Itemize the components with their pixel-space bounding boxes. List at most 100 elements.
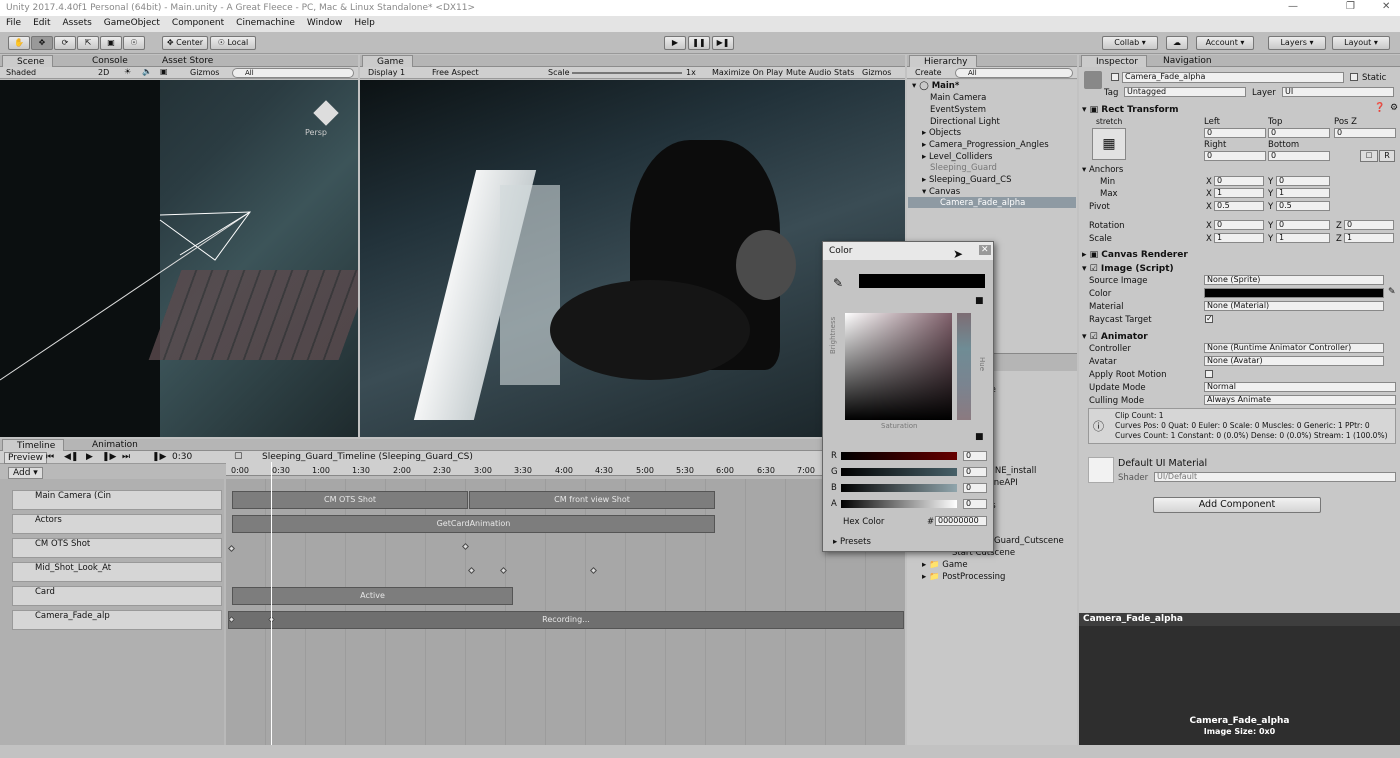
color-picker-close-icon[interactable]: ✕	[979, 245, 991, 255]
slider-mode-icon[interactable]: ■	[975, 432, 984, 442]
stats-toggle[interactable]: Stats	[834, 68, 854, 77]
clip-recording[interactable]: Recording...	[228, 611, 904, 629]
tab-animation[interactable]: Animation	[78, 439, 146, 451]
aspect-dropdown[interactable]: Free Aspect	[432, 68, 479, 77]
channel-r-slider[interactable]	[841, 452, 957, 460]
mute-audio-toggle[interactable]: Mute Audio	[786, 68, 831, 77]
anchor-max-x-input[interactable]: 1	[1214, 188, 1264, 198]
raw-edit-button[interactable]: R	[1379, 150, 1395, 162]
pivot-y-input[interactable]: 0.5	[1276, 201, 1330, 211]
update-mode-dropdown[interactable]: Normal	[1204, 382, 1396, 392]
posz-input[interactable]: 0	[1334, 128, 1396, 138]
menu-help[interactable]: Help	[354, 18, 375, 30]
menu-assets[interactable]: Assets	[63, 18, 92, 30]
menu-gameobject[interactable]: GameObject	[104, 18, 160, 30]
tab-scene[interactable]: Scene	[2, 55, 54, 67]
hierarchy-item-sleeping-guard-cs[interactable]: ▸ Sleeping_Guard_CS	[922, 175, 1011, 185]
blueprint-mode-icon[interactable]: □	[1360, 150, 1378, 162]
channel-g-input[interactable]: 0	[963, 467, 987, 477]
source-image-field[interactable]: None (Sprite)	[1204, 275, 1384, 285]
image-script-header[interactable]: ▾ ☑ Image (Script)	[1082, 264, 1174, 274]
object-name-input[interactable]: Camera_Fade_alpha	[1122, 72, 1344, 83]
rect-transform-header[interactable]: ▾ ▣ Rect Transform	[1082, 105, 1178, 115]
close-icon[interactable]: ✕	[1382, 1, 1390, 12]
hierarchy-item-camera-progression[interactable]: ▸ Camera_Progression_Angles	[922, 140, 1049, 150]
clip-cm-ots-shot[interactable]: CM OTS Shot	[232, 491, 468, 509]
tab-timeline[interactable]: Timeline	[2, 439, 65, 451]
scale-slider[interactable]	[572, 72, 682, 74]
channel-g-slider[interactable]	[841, 468, 957, 476]
hierarchy-scene-root[interactable]: ▾ ◯ Main*	[912, 81, 959, 91]
rotation-x-input[interactable]: 0	[1214, 220, 1264, 230]
rotate-tool-icon[interactable]: ⟳	[54, 36, 76, 50]
hierarchy-item-main-camera[interactable]: Main Camera	[930, 93, 986, 103]
hue-slider[interactable]	[957, 313, 971, 420]
scene-viewport[interactable]: Persp	[0, 80, 358, 437]
anchor-min-x-input[interactable]: 0	[1214, 176, 1264, 186]
menu-cinemachine[interactable]: Cinemachine	[236, 18, 295, 30]
rotation-y-input[interactable]: 0	[1276, 220, 1330, 230]
bottom-input[interactable]: 0	[1268, 151, 1330, 161]
track-actors[interactable]: Actors	[12, 514, 222, 534]
maximize-icon[interactable]: ❐	[1346, 1, 1355, 12]
channel-b-input[interactable]: 0	[963, 483, 987, 493]
right-input[interactable]: 0	[1204, 151, 1266, 161]
lighting-icon[interactable]: ☀	[124, 67, 131, 76]
project-item-7[interactable]: Guard_Cutscene	[994, 536, 1064, 546]
tab-game[interactable]: Game	[362, 55, 413, 67]
scale-x-input[interactable]: 1	[1214, 233, 1264, 243]
tab-asset-store[interactable]: Asset Store	[148, 55, 221, 67]
menu-edit[interactable]: Edit	[33, 18, 50, 30]
lock-icon[interactable]: ▢	[234, 451, 243, 461]
layer-dropdown[interactable]: UI	[1282, 87, 1394, 97]
clip-getcard-animation[interactable]: GetCardAnimation	[232, 515, 715, 533]
hierarchy-item-directional-light[interactable]: Directional Light	[930, 117, 1000, 127]
saturation-brightness-square[interactable]	[845, 313, 952, 420]
preset-mode-icon[interactable]: ■	[975, 296, 984, 306]
scale-tool-icon[interactable]: ⇱	[77, 36, 99, 50]
track-card[interactable]: Card	[12, 586, 222, 606]
eyedropper-icon[interactable]: ✎	[833, 276, 843, 290]
timeline-time-field[interactable]: 0:30	[172, 452, 192, 462]
hand-tool-icon[interactable]: ✋	[8, 36, 30, 50]
add-component-button[interactable]: Add Component	[1153, 497, 1321, 513]
menu-component[interactable]: Component	[172, 18, 224, 30]
avatar-field[interactable]: None (Avatar)	[1204, 356, 1384, 366]
controller-field[interactable]: None (Runtime Animator Controller)	[1204, 343, 1384, 353]
pivot-x-input[interactable]: 0.5	[1214, 201, 1264, 211]
scene-orientation-gizmo[interactable]: Persp	[305, 88, 349, 144]
preview-header-title[interactable]: Camera_Fade_alpha	[1083, 614, 1183, 624]
step-button[interactable]: ▶❚	[712, 36, 734, 50]
layout-button[interactable]: Layout ▾	[1332, 36, 1390, 50]
prev-frame-icon[interactable]: ◀❚	[64, 452, 78, 462]
project-folder-postprocessing[interactable]: ▸ 📁 PostProcessing	[922, 572, 1005, 582]
hierarchy-item-level-colliders[interactable]: ▸ Level_Colliders	[922, 152, 992, 162]
hierarchy-item-eventsystem[interactable]: EventSystem	[930, 105, 986, 115]
channel-b-slider[interactable]	[841, 484, 957, 492]
scene-gizmos-dropdown[interactable]: Gizmos	[190, 68, 219, 77]
channel-a-input[interactable]: 0	[963, 499, 987, 509]
track-main-camera[interactable]: Main Camera (Cin	[12, 490, 222, 510]
scene-search-input[interactable]: All	[232, 68, 354, 78]
maximize-on-play-toggle[interactable]: Maximize On Play	[712, 68, 783, 77]
project-folder-game[interactable]: ▸ 📁 Game	[922, 560, 968, 570]
apply-root-motion-checkbox[interactable]	[1205, 370, 1213, 378]
move-tool-icon[interactable]: ✥	[31, 36, 53, 50]
pause-button[interactable]: ❚❚	[688, 36, 710, 50]
next-frame-icon[interactable]: ❚▶	[102, 452, 116, 462]
anchor-preset-icon[interactable]: ▦	[1092, 128, 1126, 160]
timeline-add-button[interactable]: Add ▾	[8, 467, 43, 479]
component-settings-icon[interactable]: ⚙	[1390, 103, 1398, 113]
hierarchy-item-objects[interactable]: ▸ Objects	[922, 128, 961, 138]
color-field[interactable]	[1204, 288, 1384, 298]
static-checkbox[interactable]	[1350, 73, 1358, 81]
tab-hierarchy[interactable]: Hierarchy	[909, 55, 977, 67]
scale-y-input[interactable]: 1	[1276, 233, 1330, 243]
timeline-playhead[interactable]	[271, 462, 272, 745]
top-input[interactable]: 0	[1268, 128, 1330, 138]
audio-icon[interactable]: 🔈	[142, 67, 152, 76]
hierarchy-item-camera-fade-alpha[interactable]: Camera_Fade_alpha	[940, 198, 1025, 208]
anchors-foldout[interactable]: ▾ Anchors	[1082, 165, 1123, 175]
effects-icon[interactable]: ▣	[160, 67, 168, 76]
tab-navigation[interactable]: Navigation	[1149, 55, 1220, 67]
